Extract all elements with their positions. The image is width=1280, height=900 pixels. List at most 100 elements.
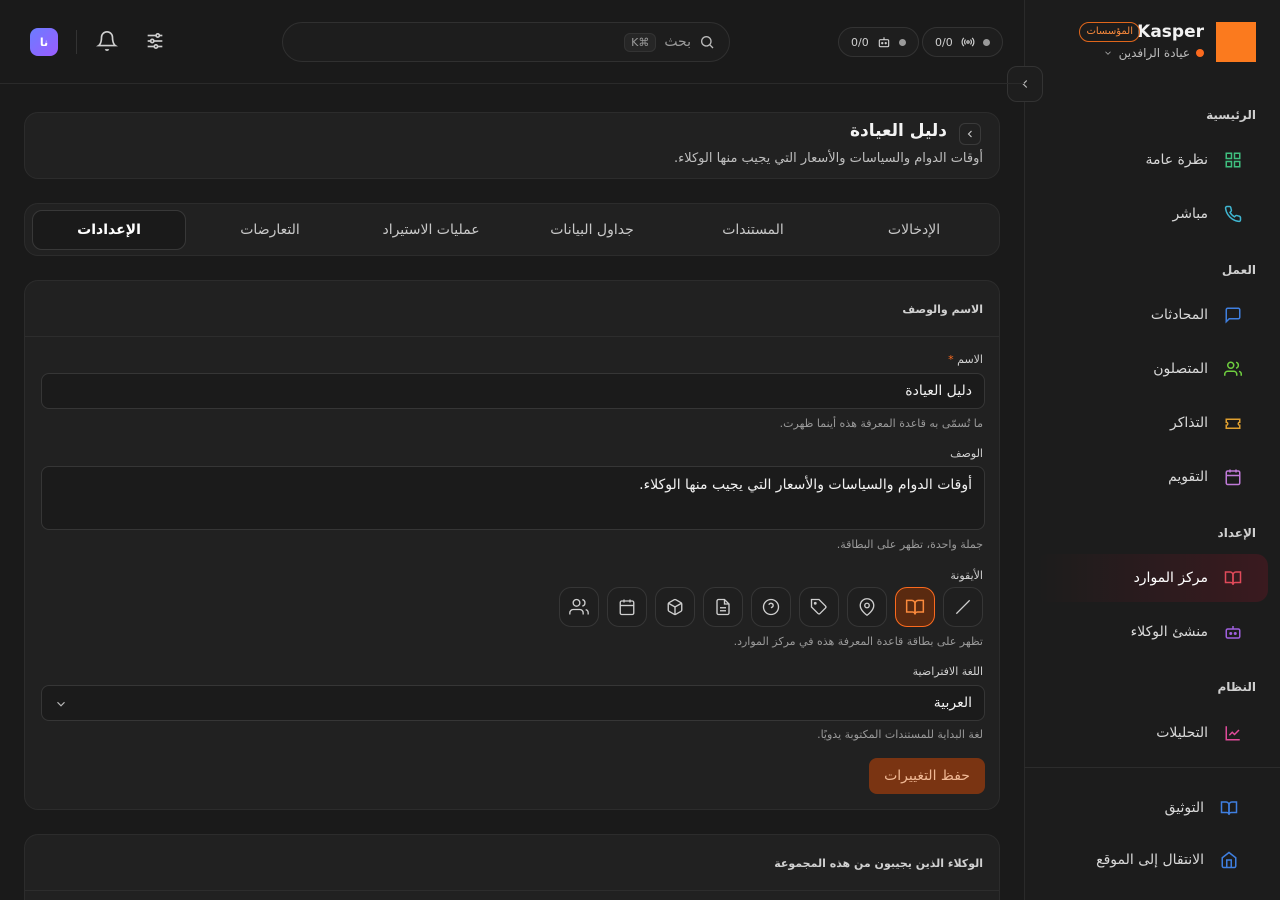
nav-section-system: النظام — [1217, 680, 1256, 694]
book-icon — [1220, 799, 1238, 817]
sidebar-item-label: التقويم — [1168, 469, 1208, 485]
radio-icon — [961, 35, 975, 49]
help-circle-icon — [762, 598, 780, 616]
book-open-icon — [905, 597, 925, 617]
phone-icon — [1224, 205, 1242, 223]
icon-option-map-pin[interactable] — [847, 587, 887, 627]
icon-option-file[interactable] — [703, 587, 743, 627]
tab-imports[interactable]: عمليات الاستيراد — [354, 210, 508, 250]
sidebar-item-label: المحادثات — [1150, 307, 1208, 323]
tab-entries[interactable]: الإدخالات — [837, 210, 991, 250]
sidebar-item-label: التحليلات — [1156, 725, 1208, 741]
sidebar-item-analytics[interactable]: التحليلات — [1036, 709, 1268, 757]
brand[interactable]: Kasper المؤسسات عيادة الرافدين — [1016, 22, 1256, 62]
language-select[interactable]: العربية — [41, 685, 985, 721]
chevron-down-icon — [1103, 48, 1113, 58]
tab-data-tables[interactable]: جداول البيانات — [515, 210, 669, 250]
icon-option-users[interactable] — [559, 587, 599, 627]
users-icon — [569, 597, 589, 617]
calendar-icon — [618, 598, 636, 616]
sidebar-item-live[interactable]: مباشر — [1036, 190, 1268, 238]
search-placeholder: بحث — [664, 34, 691, 50]
org-switcher[interactable]: عيادة الرافدين — [1103, 46, 1204, 60]
tab-conflicts[interactable]: التعارضات — [193, 210, 347, 250]
agent-count: 0/0 — [851, 35, 869, 49]
package-icon — [666, 598, 684, 616]
status-dot — [898, 38, 906, 46]
slash-icon — [953, 597, 973, 617]
icon-picker — [559, 587, 983, 627]
org-name: عيادة الرافدين — [1118, 46, 1190, 60]
topbar: 0/0 0/0 بحث ⌘K نا — [0, 0, 1024, 84]
org-status-dot — [1196, 49, 1204, 57]
tab-documents[interactable]: المستندات — [676, 210, 830, 250]
sidebar-item-calendar[interactable]: التقويم — [1036, 453, 1268, 501]
description-help: جملة واحدة، تظهر على البطاقة. — [836, 538, 983, 551]
back-button[interactable] — [959, 123, 981, 145]
avatar[interactable]: نا — [30, 28, 58, 56]
book-open-icon — [1224, 569, 1242, 587]
name-help: ما تُسمّى به قاعدة المعرفة هذه أينما ظهر… — [779, 417, 983, 430]
section-title: الاسم والوصف — [902, 303, 983, 316]
page-header: دليل العيادة أوقات الدوام والسياسات والأ… — [24, 112, 1000, 179]
tab-settings[interactable]: الإعدادات — [32, 210, 186, 250]
sidebar-item-label: المتصلون — [1153, 361, 1208, 377]
language-value: العربية — [933, 695, 972, 711]
name-label-text: الاسم — [957, 353, 983, 366]
icon-option-help[interactable] — [751, 587, 791, 627]
language-label: اللغة الافتراضية — [912, 665, 983, 678]
chevron-down-icon — [54, 697, 68, 711]
sidebar-item-label: منشئ الوكلاء — [1130, 624, 1208, 640]
section-title: الوكلاء الذين يجيبون من هذه المجموعة — [774, 857, 983, 870]
page-subtitle: أوقات الدوام والسياسات والأسعار التي يجي… — [673, 151, 983, 166]
line-chart-icon — [1224, 724, 1242, 742]
sidebar-item-label: مباشر — [1172, 206, 1208, 222]
icon-option-package[interactable] — [655, 587, 695, 627]
name-description-card: الاسم والوصف الاسم * دليل العيادة ما تُس… — [24, 280, 1000, 810]
chevron-left-icon — [964, 128, 976, 140]
status-dot — [982, 38, 990, 46]
icon-label: الأيقونة — [950, 569, 983, 582]
description-label: الوصف — [950, 447, 983, 460]
channel-status-pill[interactable]: 0/0 — [922, 27, 1003, 57]
bell-icon[interactable] — [96, 30, 118, 52]
tabs: الإدخالات المستندات جداول البيانات عمليا… — [24, 203, 1000, 256]
bot-icon — [877, 35, 891, 49]
sidebar-item-contacts[interactable]: المتصلون — [1036, 345, 1268, 393]
divider — [25, 336, 999, 337]
sidebar-item-docs[interactable]: التوثيق — [1036, 784, 1268, 832]
icon-option-calendar[interactable] — [607, 587, 647, 627]
icon-help: تظهر على بطاقة قاعدة المعرفة هذه في مركز… — [733, 635, 983, 648]
icon-option-slash[interactable] — [943, 587, 983, 627]
map-pin-icon — [858, 598, 876, 616]
message-square-icon — [1224, 306, 1242, 324]
filters-icon[interactable] — [144, 30, 166, 52]
name-field[interactable]: دليل العيادة — [41, 373, 985, 409]
search-icon — [699, 34, 715, 50]
icon-option-book[interactable] — [895, 587, 935, 627]
sidebar-item-tickets[interactable]: التذاكر — [1036, 399, 1268, 447]
sidebar-item-conversations[interactable]: المحادثات — [1036, 291, 1268, 339]
brand-name: Kasper — [1137, 22, 1204, 42]
tag-icon — [810, 598, 828, 616]
sidebar-item-overview[interactable]: نظرة عامة — [1036, 136, 1268, 184]
name-label: الاسم * — [948, 353, 983, 366]
save-button[interactable]: حفظ التغييرات — [869, 758, 985, 794]
required-mark: * — [948, 353, 954, 366]
sidebar-item-go-to-site[interactable]: الانتقال إلى الموقع — [1036, 836, 1268, 884]
sidebar-item-resources[interactable]: مركز الموارد — [1036, 554, 1268, 602]
users-icon — [1224, 360, 1242, 378]
brand-logo — [1216, 22, 1256, 62]
search-input[interactable]: بحث ⌘K — [282, 22, 730, 62]
ticket-icon — [1224, 414, 1242, 432]
sidebar-item-label: مركز الموارد — [1133, 570, 1208, 586]
icon-option-tag[interactable] — [799, 587, 839, 627]
nav-section-work: العمل — [1221, 263, 1256, 277]
file-text-icon — [714, 598, 732, 616]
description-field[interactable]: أوقات الدوام والسياسات والأسعار التي يجي… — [41, 466, 985, 530]
topbar-divider — [76, 30, 77, 54]
agent-status-pill[interactable]: 0/0 — [838, 27, 919, 57]
sidebar-item-agent-builder[interactable]: منشئ الوكلاء — [1036, 608, 1268, 656]
nav-section-setup: الإعداد — [1217, 526, 1256, 540]
language-help: لغة البداية للمستندات المكتوبة يدويًا. — [817, 728, 983, 741]
